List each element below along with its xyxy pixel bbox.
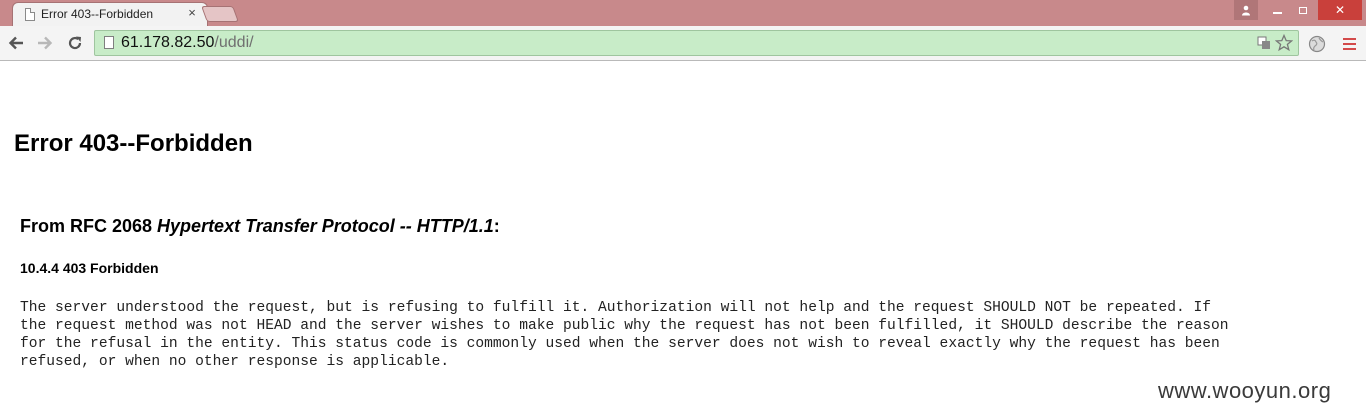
page-title: Error 403--Forbidden <box>14 130 253 157</box>
minimize-button[interactable] <box>1264 0 1290 20</box>
address-bar[interactable]: 61.178.82.50/uddi/ <box>94 30 1299 56</box>
extension-button[interactable] <box>1306 33 1328 55</box>
reload-icon <box>68 36 82 50</box>
arrow-left-icon <box>8 36 23 50</box>
translate-icon[interactable] <box>1255 34 1273 52</box>
globe-icon <box>1308 35 1326 53</box>
restore-button[interactable] <box>1290 0 1316 20</box>
new-tab-button[interactable] <box>201 6 239 22</box>
watermark: www.wooyun.org <box>1158 378 1332 403</box>
arrow-right-icon <box>38 36 53 50</box>
star-icon[interactable] <box>1275 34 1293 52</box>
description-line: the request method was not HEAD and the … <box>20 318 1229 334</box>
close-icon: ✕ <box>1334 3 1346 17</box>
browser-toolbar: 61.178.82.50/uddi/ <box>0 26 1366 61</box>
description-line: for the refusal in the entity. This stat… <box>20 336 1220 352</box>
section-heading: 10.4.4 403 Forbidden <box>20 260 159 276</box>
rfc-prefix: From RFC 2068 <box>20 216 158 236</box>
error-description: The server understood the request, but i… <box>20 299 1356 371</box>
browser-tab[interactable]: Error 403--Forbidden × <box>12 2 208 26</box>
url-host: 61.178.82.50 <box>121 34 215 51</box>
menu-bar <box>1342 38 1356 40</box>
forward-button[interactable] <box>33 32 57 54</box>
hamburger-menu-icon[interactable] <box>1338 33 1360 55</box>
restore-icon <box>1299 6 1307 14</box>
page-content: Error 403--Forbidden From RFC 2068 Hyper… <box>0 62 1366 420</box>
page-icon <box>104 36 114 49</box>
user-icon <box>1242 5 1250 15</box>
rfc-heading: From RFC 2068 Hypertext Transfer Protoco… <box>20 216 500 237</box>
tab-close-icon[interactable]: × <box>185 6 199 20</box>
page-icon <box>25 8 35 21</box>
profile-button[interactable] <box>1234 0 1258 20</box>
minimize-icon <box>1272 12 1282 14</box>
menu-bar <box>1342 48 1356 50</box>
rfc-title: Hypertext Transfer Protocol -- HTTP/1.1 <box>157 216 494 236</box>
rfc-suffix: : <box>493 216 500 236</box>
back-button[interactable] <box>4 32 28 54</box>
window-close-button[interactable]: ✕ <box>1318 0 1362 20</box>
title-bar: Error 403--Forbidden × ✕ <box>0 0 1366 26</box>
tab-title: Error 403--Forbidden <box>41 7 154 21</box>
url-text[interactable]: 61.178.82.50/uddi/ <box>121 34 254 52</box>
description-line: The server understood the request, but i… <box>20 300 1212 316</box>
reload-button[interactable] <box>63 32 87 54</box>
menu-bar <box>1342 43 1356 45</box>
description-line: refused, or when no other response is ap… <box>20 354 450 370</box>
url-path: /uddi/ <box>214 34 254 51</box>
